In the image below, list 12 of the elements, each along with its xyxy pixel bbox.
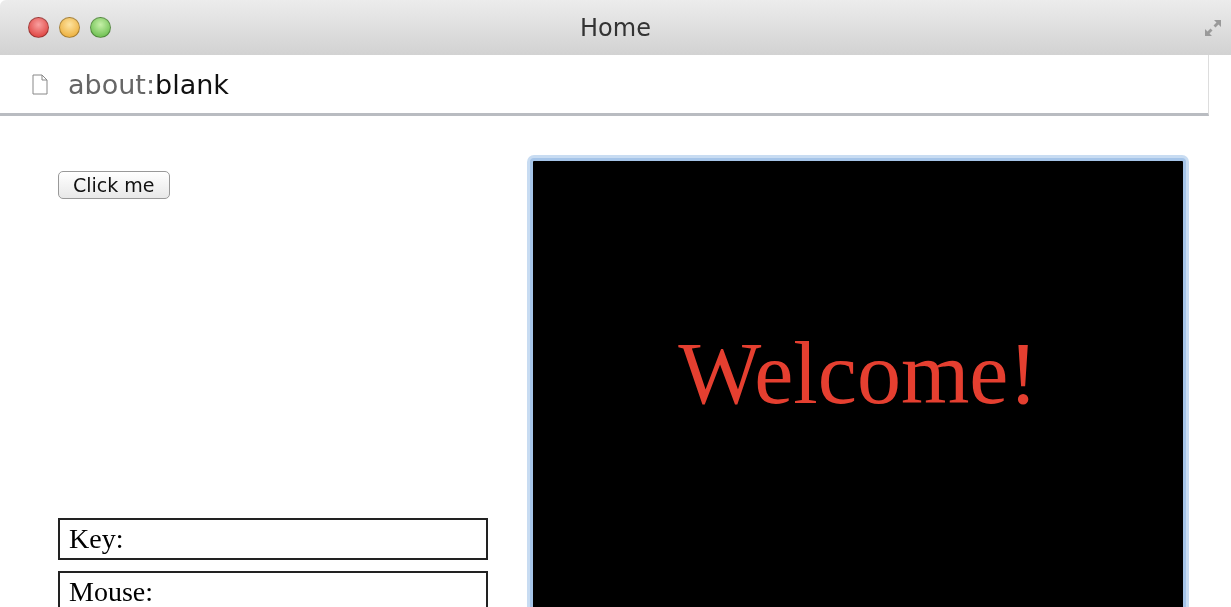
click-me-button[interactable]: Click me: [58, 171, 170, 199]
welcome-text: Welcome!: [678, 323, 1038, 424]
readout-label: Mouse:: [58, 571, 488, 607]
fullscreen-icon[interactable]: [1203, 18, 1223, 38]
close-button[interactable]: [28, 17, 49, 38]
address-text[interactable]: about:blank: [68, 68, 229, 100]
zoom-button[interactable]: [90, 17, 111, 38]
minimize-button[interactable]: [59, 17, 80, 38]
page-icon: [32, 73, 48, 95]
window-title: Home: [579, 13, 652, 42]
readout-label: Key:: [58, 518, 488, 560]
canvas[interactable]: Welcome!: [530, 158, 1186, 607]
